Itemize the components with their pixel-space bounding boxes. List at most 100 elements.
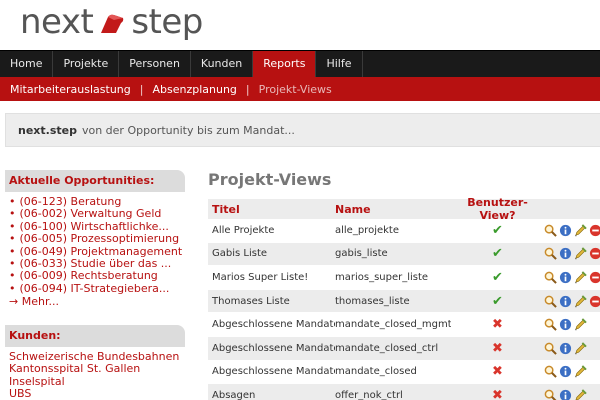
cell-name: offer_nok_ctrl [335,389,403,400]
magnifier-icon[interactable] [544,365,557,379]
column-header-title[interactable]: Titel [208,203,335,216]
cell-title: Marios Super Liste! [212,271,309,283]
nav-projekte[interactable]: Projekte [53,51,120,77]
cell-name: gabis_liste [335,248,388,260]
opportunity-item[interactable]: • (06-123) Beratung [9,196,185,208]
kunde-item[interactable]: Schweizerische Bundesbahnen [9,351,185,363]
info-icon[interactable] [559,295,572,308]
opportunities-box: Aktuelle Opportunities: • (06-123) Beratu… [5,170,185,308]
check-icon: ✔ [451,294,544,309]
nav-home[interactable]: Home [0,51,54,77]
info-icon[interactable] [559,389,572,400]
check-mark-icon: ✔ [492,293,503,309]
delete-icon[interactable] [589,224,600,237]
edit-icon[interactable] [574,389,587,400]
edit-icon[interactable] [574,247,587,260]
table-header: Titel Name Benutzer-View? [208,196,600,222]
info-icon[interactable] [559,271,572,284]
logo[interactable]: next step [20,0,203,44]
kunde-item[interactable]: UBS [9,388,185,400]
table-body: Alle Projekte alle_projekte ✔ Gabis Liste ga… [208,219,600,400]
opportunity-item[interactable]: • (06-100) Wirtschaftlichke... [9,221,185,233]
nav-personen[interactable]: Personen [119,51,191,77]
cell-title: Thomases Liste [212,295,290,307]
kunden-box: Kunden: Schweizerische Bundesbahnen Kanto… [5,325,185,400]
table-row: Gabis Liste gabis_liste ✔ [208,242,600,267]
check-icon: ✔ [451,270,544,285]
nav-reports[interactable]: Reports [253,51,317,77]
nav-hilfe[interactable]: Hilfe [316,51,363,77]
cell-name: mandate_closed_mgmt [335,319,451,331]
cross-mark-icon: ✖ [492,317,503,333]
edit-icon[interactable] [574,294,587,308]
subnav-mitarbeiterauslastung[interactable]: Mitarbeiterauslastung [10,83,131,96]
edit-icon[interactable] [574,342,587,355]
info-icon[interactable] [559,224,572,237]
opportunity-label: (06-100) Wirtschaftlichke... [19,220,169,233]
opportunity-item[interactable]: • (06-033) Studie über das ... [9,258,185,270]
magnifier-icon[interactable] [544,247,557,261]
logo-text-left: next [20,2,94,42]
kunden-list: Schweizerische Bundesbahnen Kantonsspital… [5,347,185,400]
info-icon[interactable] [559,365,572,378]
info-icon[interactable] [559,318,572,331]
row-actions [544,271,600,284]
cross-mark-icon: ✖ [492,387,503,400]
magnifier-icon[interactable] [544,271,557,284]
table-row: Alle Projekte alle_projekte ✔ [208,219,600,243]
table-row: Abgeschlossene Mandate mandate_closed_mgm… [208,313,600,337]
info-icon[interactable] [559,247,572,260]
column-header-name[interactable]: Name [335,203,451,216]
cell-title: Abgeschlossene Mandate [212,319,335,331]
cross-icon: ✖ [451,317,544,332]
bullet-icon: • [9,208,16,221]
cell-name: marios_super_liste [335,271,429,283]
bullet-icon: • [9,233,16,246]
column-header-user-view[interactable]: Benutzer-View? [451,196,544,222]
opportunity-label: (06-033) Studie über das ... [19,258,172,271]
delete-icon[interactable] [589,247,600,260]
magnifier-icon[interactable] [544,389,557,400]
opportunities-list: • (06-123) Beratung • (06-002) Verwaltung G… [5,192,185,295]
delete-icon[interactable] [589,271,600,284]
opportunity-label: (06-049) Projektmanagement [19,245,183,258]
kunde-item[interactable]: Kantonsspital St. Gallen [9,363,185,375]
logo-text-right: step [131,2,203,42]
table-row: Absagen offer_nok_ctrl ✖ [208,384,600,400]
edit-icon[interactable] [574,365,587,378]
nav-kunden[interactable]: Kunden [191,51,254,77]
edit-icon[interactable] [574,224,587,237]
magnifier-icon[interactable] [544,224,557,237]
magnifier-icon[interactable] [544,342,557,355]
opportunity-item[interactable]: • (06-005) Prozessoptimierung [9,233,185,245]
cell-title: Abgeschlossene Mandate [212,366,335,378]
cross-icon: ✖ [451,388,544,400]
opportunity-item[interactable]: • (06-094) IT-Strategiebera... [9,283,185,295]
magnifier-icon[interactable] [544,318,557,331]
logo-mark-icon [101,14,124,33]
bullet-icon: • [9,258,16,271]
edit-icon[interactable] [574,318,587,331]
bullet-icon: • [9,220,16,233]
kunden-heading: Kunden: [5,325,185,347]
opportunity-item[interactable]: • (06-002) Verwaltung Geld [9,208,185,220]
cell-title: Abgeschlossene Mandate [212,342,335,354]
table-row: Abgeschlossene Mandate mandate_closed ✖ [208,360,600,385]
opportunity-label: (06-094) IT-Strategiebera... [19,282,170,295]
edit-icon[interactable] [574,271,587,284]
subnav-projekt-views[interactable]: Projekt-Views [259,83,332,96]
opportunity-label: (06-009) Rechtsberatung [19,270,158,283]
opportunity-item[interactable]: • (06-009) Rechtsberatung [9,270,185,282]
check-mark-icon: ✔ [492,269,503,285]
subnav-separator: | [245,82,250,96]
magnifier-icon[interactable] [544,295,557,308]
page-title: Projekt-Views [208,170,332,189]
info-icon[interactable] [559,342,572,355]
opportunity-label: (06-123) Beratung [19,196,122,208]
delete-icon[interactable] [589,295,600,308]
opportunities-more-link[interactable]: → Mehr... [5,295,185,308]
opportunity-item[interactable]: • (06-049) Projektmanagement [9,246,185,258]
cell-name: alle_projekte [335,224,399,236]
kunde-item[interactable]: Inselspital [9,376,185,388]
subnav-absenzplanung[interactable]: Absenzplanung [152,83,236,96]
